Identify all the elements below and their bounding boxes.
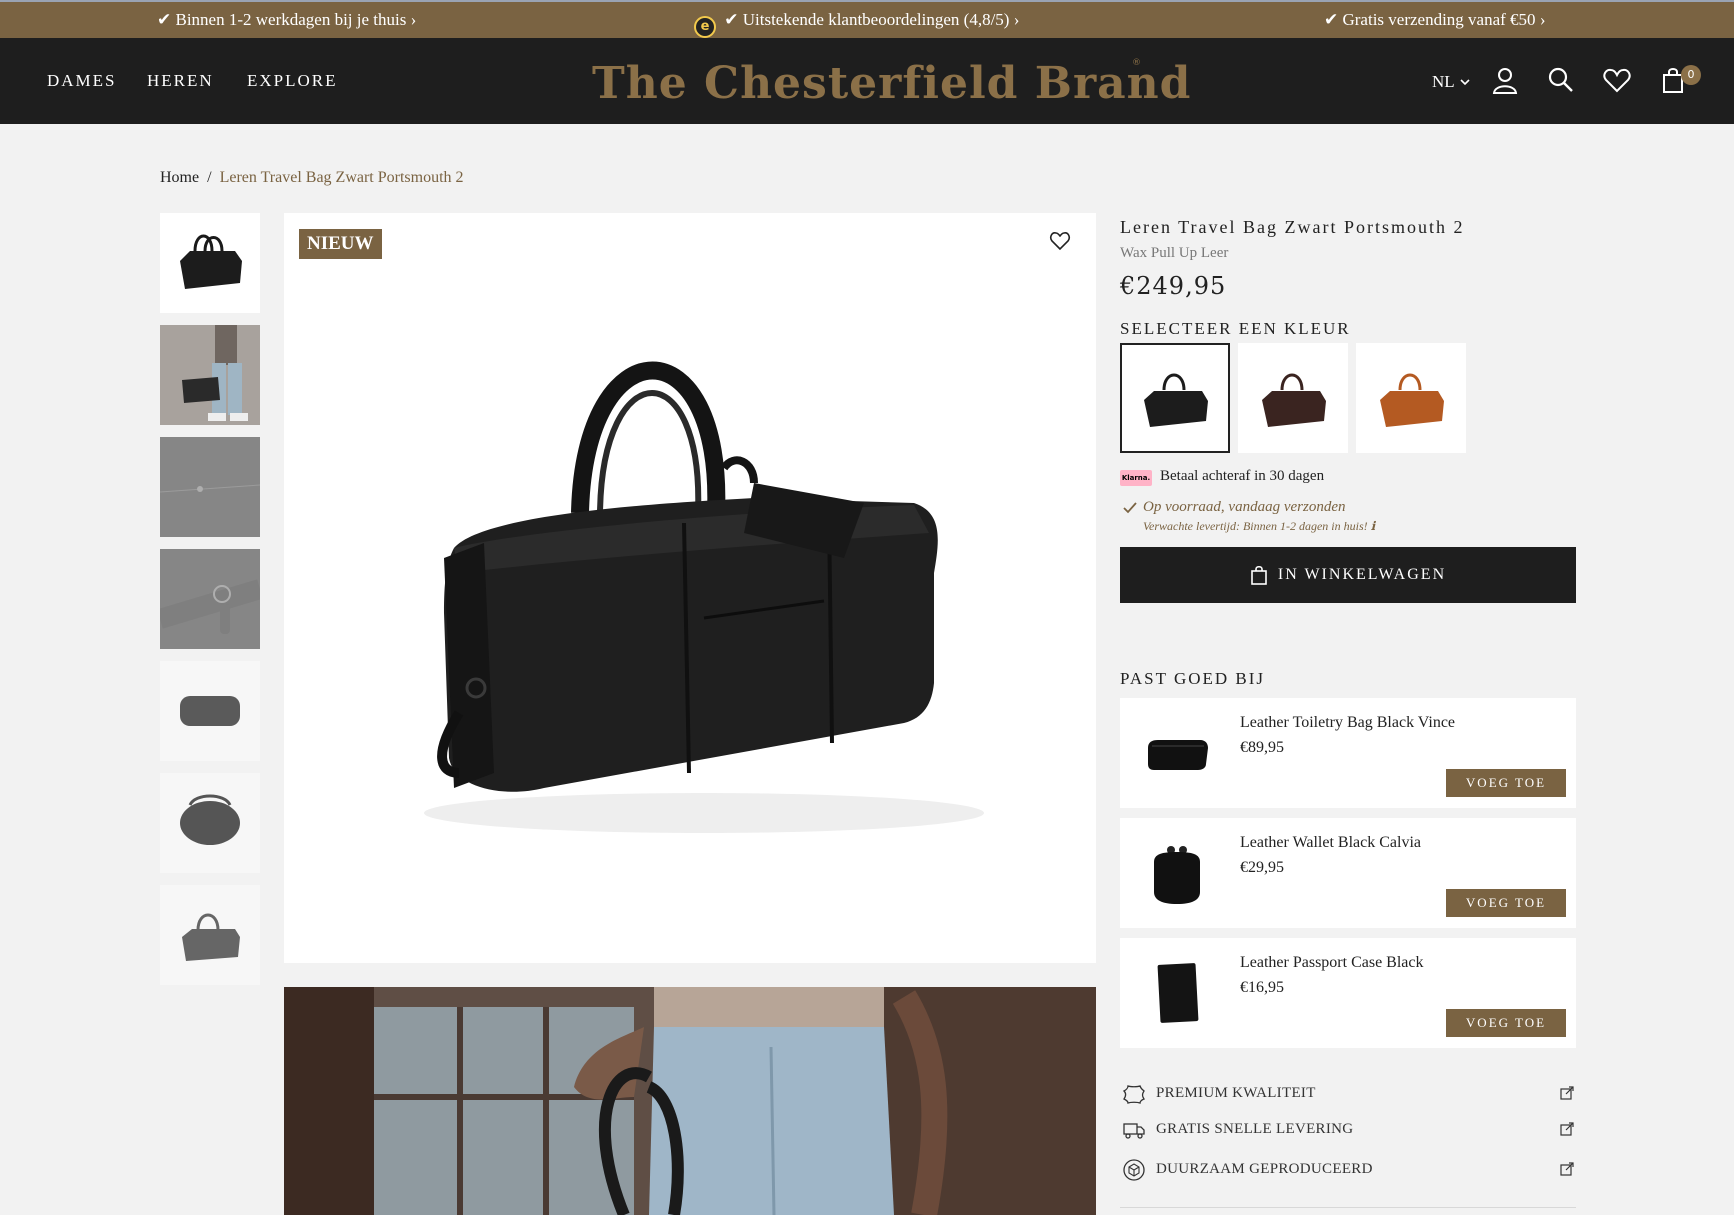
pair-product-price: €16,95 <box>1240 979 1284 996</box>
site-header: DAMES HEREN EXPLORE The Chesterfield Bra… <box>0 38 1734 124</box>
color-swatch-black[interactable] <box>1120 343 1230 453</box>
account-icon[interactable] <box>1490 65 1520 95</box>
toiletry-bag-image[interactable] <box>1140 716 1214 790</box>
product-price: €249,95 <box>1120 272 1227 300</box>
announcement-shipping-link[interactable]: ✔ Gratis verzending vanaf €50 › <box>1324 10 1545 30</box>
product-material: Wax Pull Up Leer <box>1120 245 1229 261</box>
buckle-detail-image <box>160 549 260 649</box>
announcement-bar: ✔ Binnen 1-2 werkdagen bij je thuis › e … <box>0 0 1734 38</box>
top-view-image <box>180 696 240 726</box>
search-icon[interactable] <box>1546 65 1576 95</box>
pair-product-name[interactable]: Leather Toiletry Bag Black Vince <box>1240 714 1455 732</box>
side-view-image <box>182 913 240 961</box>
breadcrumb-home-link[interactable]: Home <box>160 169 199 186</box>
bag-black-image <box>1144 373 1208 427</box>
lifestyle-image <box>284 987 1096 1215</box>
pair-card: Leather Toiletry Bag Black Vince €89,95 … <box>1120 698 1576 808</box>
add-pair-button[interactable]: VOEG TOE <box>1446 889 1566 917</box>
pair-product-name[interactable]: Leather Passport Case Black <box>1240 954 1424 972</box>
wallet-image[interactable] <box>1140 836 1214 910</box>
gallery-thumbnail[interactable] <box>160 773 260 873</box>
add-to-cart-button[interactable]: IN WINKELWAGEN <box>1120 547 1576 603</box>
announcement-delivery-text: ✔ Binnen 1-2 werkdagen bij je thuis <box>157 10 407 29</box>
external-link-icon <box>1560 1086 1574 1100</box>
passport-case-image[interactable] <box>1140 956 1214 1030</box>
pair-product-name[interactable]: Leather Wallet Black Calvia <box>1240 834 1421 852</box>
pair-product-price: €89,95 <box>1240 739 1284 756</box>
open-bag-image <box>180 794 240 845</box>
chevron-down-icon <box>1460 79 1470 86</box>
language-label: NL <box>1432 72 1455 91</box>
bag-icon <box>1251 565 1267 585</box>
stock-status: Op voorraad, vandaag verzonden <box>1143 499 1346 515</box>
delivery-estimate-text: Verwachte levertijd: Binnen 1-2 dagen in… <box>1143 519 1368 533</box>
gallery-thumbnail[interactable] <box>160 885 260 985</box>
brand-logo[interactable]: The Chesterfield Brand <box>592 58 1191 109</box>
breadcrumb-separator: / <box>207 169 212 186</box>
lifestyle-image <box>160 325 260 425</box>
usp-label: DUURZAAM GEPRODUCEERD <box>1156 1161 1373 1177</box>
announcement-reviews-text: ✔ Uitstekende klantbeoordelingen (4,8/5) <box>724 10 1010 29</box>
cart-count-badge: 0 <box>1681 65 1701 85</box>
usp-label: GRATIS SNELLE LEVERING <box>1156 1121 1354 1137</box>
lifestyle-photo <box>284 987 1096 1215</box>
chevron-right-icon: › <box>1539 10 1546 29</box>
language-selector[interactable]: NL <box>1432 72 1470 92</box>
usp-free-delivery[interactable]: GRATIS SNELLE LEVERING <box>1120 1116 1576 1144</box>
klarna-logo: Klarna. <box>1120 470 1152 486</box>
heart-icon[interactable] <box>1602 65 1632 95</box>
usp-label: PREMIUM KWALITEIT <box>1156 1085 1316 1101</box>
leather-hide-icon <box>1122 1085 1146 1104</box>
gallery-thumbnail[interactable] <box>160 325 260 425</box>
pairs-heading: PAST GOED BIJ <box>1120 669 1266 688</box>
travel-bag-image <box>424 361 984 833</box>
check-icon <box>1123 502 1137 514</box>
add-pair-button[interactable]: VOEG TOE <box>1446 1009 1566 1037</box>
product-title: Leren Travel Bag Zwart Portsmouth 2 <box>1120 217 1465 237</box>
chevron-right-icon: › <box>1013 10 1020 29</box>
pair-product-price: €29,95 <box>1240 859 1284 876</box>
announcement-delivery-link[interactable]: ✔ Binnen 1-2 werkdagen bij je thuis › <box>157 10 416 30</box>
pair-card: Leather Passport Case Black €16,95 VOEG … <box>1120 938 1576 1048</box>
announcement-reviews-link[interactable]: e ✔ Uitstekende klantbeoordelingen (4,8/… <box>694 10 1019 38</box>
registered-mark: ® <box>1132 58 1141 68</box>
main-product-image[interactable]: NIEUW <box>284 213 1096 963</box>
gallery-thumbnail[interactable] <box>160 661 260 761</box>
announcement-shipping-text: ✔ Gratis verzending vanaf €50 <box>1324 10 1536 29</box>
delivery-truck-icon <box>1123 1123 1145 1139</box>
klarna-text: Betaal achteraf in 30 dagen <box>1160 468 1325 484</box>
trusted-shops-icon: e <box>694 16 716 38</box>
eco-box-icon <box>1123 1159 1145 1181</box>
bag-cognac-image <box>1380 373 1444 427</box>
chevron-right-icon: › <box>410 10 417 29</box>
color-heading: SELECTEER EEN KLEUR <box>1120 319 1351 338</box>
usp-premium-quality[interactable]: PREMIUM KWALITEIT <box>1120 1080 1576 1108</box>
usp-sustainable[interactable]: DUURZAAM GEPRODUCEERD <box>1120 1156 1576 1184</box>
gallery-thumbnail[interactable] <box>160 437 260 537</box>
product-bag-image <box>180 234 242 289</box>
leather-detail-image <box>160 437 260 537</box>
add-to-cart-label: IN WINKELWAGEN <box>1277 566 1447 583</box>
breadcrumb: Home / Leren Travel Bag Zwart Portsmouth 2 <box>160 169 464 187</box>
gallery-thumbnail[interactable] <box>160 213 260 313</box>
breadcrumb-current: Leren Travel Bag Zwart Portsmouth 2 <box>219 169 464 186</box>
nav-item-explore[interactable]: EXPLORE <box>247 71 338 91</box>
external-link-icon <box>1560 1162 1574 1176</box>
gallery-thumbnail[interactable] <box>160 549 260 649</box>
info-icon[interactable]: ℹ <box>1371 519 1376 533</box>
add-pair-button[interactable]: VOEG TOE <box>1446 769 1566 797</box>
bag-brown-image <box>1262 373 1326 427</box>
color-swatch-brown[interactable] <box>1238 343 1348 453</box>
nav-item-heren[interactable]: HEREN <box>147 71 214 91</box>
pair-card: Leather Wallet Black Calvia €29,95 VOEG … <box>1120 818 1576 928</box>
external-link-icon <box>1560 1122 1574 1136</box>
color-swatch-cognac[interactable] <box>1356 343 1466 453</box>
nav-item-dames[interactable]: DAMES <box>47 71 117 91</box>
delivery-estimate: Verwachte levertijd: Binnen 1-2 dagen in… <box>1143 519 1375 534</box>
divider <box>1120 1207 1576 1208</box>
